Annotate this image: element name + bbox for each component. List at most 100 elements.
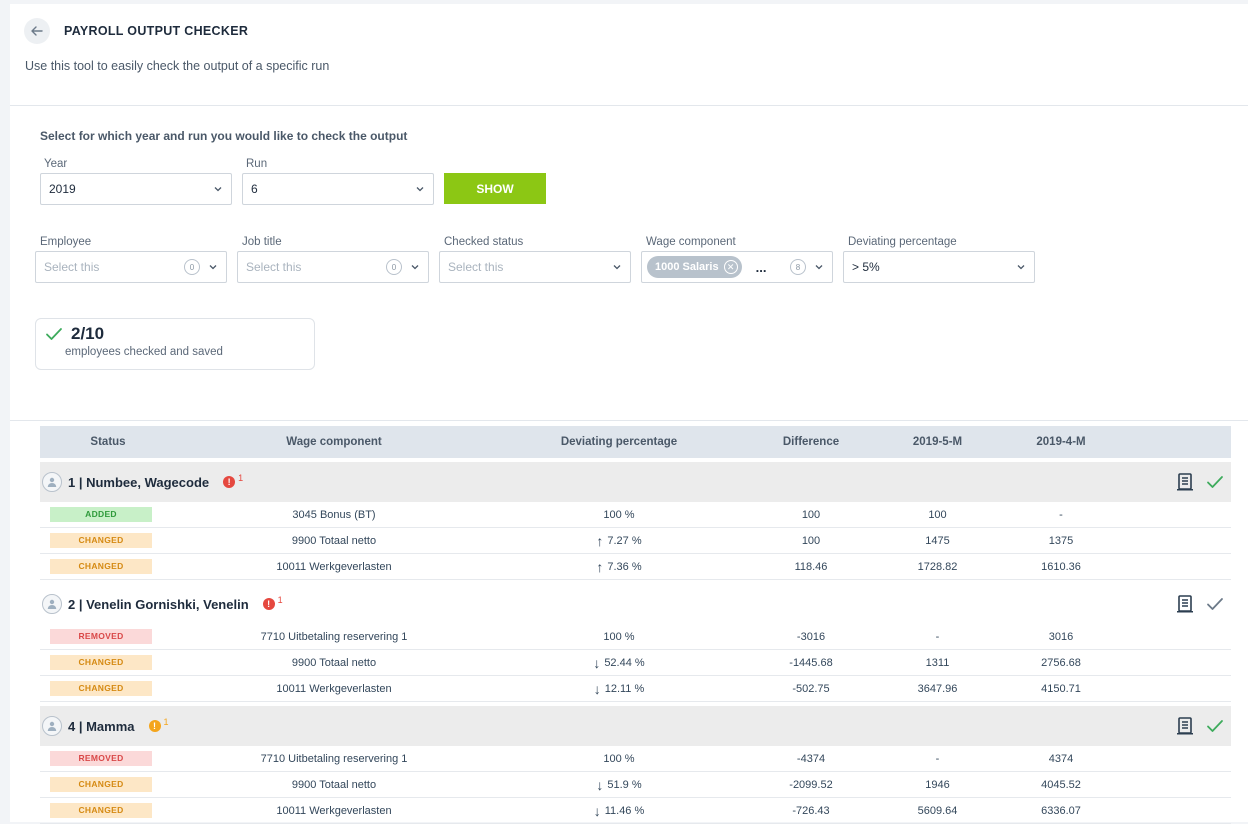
arrow-down-icon: ↓ [593, 680, 601, 697]
period-1-cell: 100 [928, 508, 947, 521]
selected-count-badge: 0 [184, 259, 200, 275]
table-row: CHANGED 10011 Werkgeverlasten ↓ 11.46 % -… [40, 798, 1231, 824]
status-badge: REMOVED [50, 629, 152, 644]
arrow-down-icon: ↓ [596, 776, 604, 793]
status-cell: CHANGED [40, 803, 176, 818]
period-2-cell: 1375 [1048, 534, 1074, 547]
check-icon[interactable] [1205, 716, 1225, 736]
wage-component-filter-select[interactable]: 1000 Salaris ✕ ... 8 [641, 251, 833, 283]
column-header-difference[interactable]: Difference [746, 436, 876, 448]
period-1-cell: - [935, 630, 940, 643]
deviating-percentage-filter-select[interactable]: > 5% [843, 251, 1035, 283]
difference-cell: -502.75 [792, 682, 830, 695]
deviation-cell: 100 % [492, 753, 746, 765]
table-row: CHANGED 10011 Werkgeverlasten ↑ 7.36 % 11… [40, 554, 1231, 580]
status-cell: REMOVED [40, 751, 176, 766]
user-icon [47, 477, 57, 487]
checked-status-filter-select[interactable]: Select this [439, 251, 631, 283]
more-chips-indicator: ... [755, 259, 767, 275]
difference-cell: 100 [801, 508, 821, 521]
wage-component-chip[interactable]: 1000 Salaris ✕ [647, 256, 742, 278]
period-2-cell: 1610.36 [1041, 560, 1081, 573]
status-badge: CHANGED [50, 803, 152, 818]
selected-count-badge: 8 [790, 259, 806, 275]
column-header-wage-component[interactable]: Wage component [176, 436, 492, 448]
deviation-cell: ↓ 51.9 % [492, 777, 746, 793]
status-cell: CHANGED [40, 655, 176, 670]
back-button[interactable] [24, 18, 50, 44]
status-cell: REMOVED [40, 629, 176, 644]
alert-indicator: ! 1 [148, 717, 169, 732]
arrow-down-icon: ↓ [593, 654, 601, 671]
status-badge: CHANGED [50, 655, 152, 670]
employee-row[interactable]: 4 | Mamma ! 1 [40, 706, 1231, 746]
difference-cell: -2099.52 [789, 778, 833, 791]
alert-count: 1 [277, 595, 283, 605]
show-button[interactable]: SHOW [444, 173, 546, 204]
chevron-down-icon [411, 265, 419, 270]
job-title-filter-select[interactable]: Select this 0 [237, 251, 429, 283]
deviation-value: 100 % [603, 508, 635, 521]
selected-count-badge: 0 [386, 259, 402, 275]
remove-chip-icon[interactable]: ✕ [723, 260, 738, 274]
wage-component-cell: 9900 Totaal netto [291, 778, 377, 791]
status-badge: CHANGED [50, 681, 152, 696]
deviation-cell: ↓ 11.46 % [492, 803, 746, 819]
wage-component-cell: 10011 Werkgeverlasten [276, 560, 392, 573]
employee-name: 2 | Venelin Gornishki, Venelin [68, 596, 249, 612]
column-header-period-2[interactable]: 2019-4-M [999, 436, 1123, 448]
deviating-percentage-filter-label: Deviating percentage [848, 236, 957, 248]
checked-description: employees checked and saved [65, 346, 223, 358]
period-2-cell: 4150.71 [1041, 682, 1081, 695]
page-subtitle: Use this tool to easily check the output… [25, 59, 330, 73]
alert-indicator: ! 1 [223, 473, 244, 488]
employee-row[interactable]: 1 | Numbee, Wagecode ! 1 [40, 462, 1231, 502]
table-row: ADDED 3045 Bonus (BT) 100 % 100 100 - [40, 502, 1231, 528]
wage-component-cell: 9900 Totaal netto [291, 534, 377, 547]
difference-cell: -4374 [796, 752, 826, 765]
year-select[interactable]: 2019 [40, 173, 232, 205]
deviation-value: 7.27 % [607, 534, 642, 547]
deviation-value: 11.46 % [604, 804, 645, 817]
alert-count: 1 [238, 473, 244, 483]
payslip-icon[interactable] [1175, 716, 1195, 736]
user-icon [47, 721, 57, 731]
table-row: REMOVED 7710 Uitbetaling reservering 1 1… [40, 746, 1231, 772]
table-row: REMOVED 7710 Uitbetaling reservering 1 1… [40, 624, 1231, 650]
deviation-cell: 100 % [492, 631, 746, 643]
column-header-period-1[interactable]: 2019-5-M [876, 436, 999, 448]
chevron-down-icon [815, 265, 823, 270]
payslip-icon[interactable] [1175, 472, 1195, 492]
employee-filter-placeholder: Select this [44, 260, 100, 274]
column-header-status[interactable]: Status [40, 436, 176, 448]
job-title-filter-label: Job title [242, 236, 282, 248]
deviation-cell: ↓ 12.11 % [492, 681, 746, 697]
difference-cell: -1445.68 [789, 656, 833, 669]
payslip-icon[interactable] [1175, 594, 1195, 614]
page-header: PAYROLL OUTPUT CHECKER Use this tool to … [10, 4, 1248, 106]
period-2-cell: 6336.07 [1041, 804, 1081, 817]
check-icon[interactable] [1205, 472, 1225, 492]
employee-row[interactable]: 2 | Venelin Gornishki, Venelin ! 1 [40, 584, 1231, 624]
column-header-deviating-percentage[interactable]: Deviating percentage [492, 436, 746, 448]
employee-filter-select[interactable]: Select this 0 [35, 251, 227, 283]
employee-actions [1175, 716, 1225, 736]
arrow-down-icon: ↓ [593, 802, 601, 819]
status-badge: REMOVED [50, 751, 152, 766]
employee-group: 2 | Venelin Gornishki, Venelin ! 1 REMOV… [40, 584, 1231, 702]
checked-summary-card: 2/10 employees checked and saved [35, 318, 315, 370]
employee-actions [1175, 472, 1225, 492]
deviating-percentage-value: > 5% [852, 260, 880, 274]
status-cell: CHANGED [40, 681, 176, 696]
period-1-cell: 5609.64 [917, 804, 958, 817]
arrow-left-icon [31, 26, 43, 36]
period-1-cell: 1311 [925, 656, 950, 669]
check-icon[interactable] [1205, 594, 1225, 614]
checked-count: 2/10 [71, 324, 105, 343]
year-value: 2019 [49, 182, 76, 196]
run-select[interactable]: 6 [242, 173, 434, 205]
deviation-value: 100 % [603, 752, 635, 765]
difference-cell: -3016 [796, 630, 826, 643]
deviation-cell: 100 % [492, 509, 746, 521]
employee-group: 1 | Numbee, Wagecode ! 1 ADDED 3045 Bonu… [40, 462, 1231, 580]
